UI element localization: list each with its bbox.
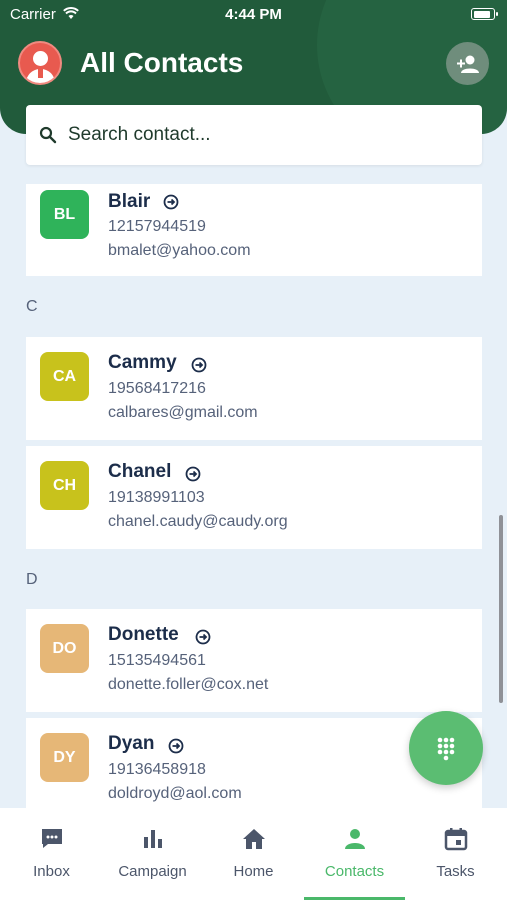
nav-label: Home <box>233 863 274 880</box>
go-arrow-icon[interactable] <box>195 629 211 645</box>
contact-avatar: CH <box>40 461 89 510</box>
contact-phone: 19568417216 <box>108 380 206 397</box>
contact-phone: 19136458918 <box>108 761 206 778</box>
profile-avatar[interactable] <box>18 41 62 85</box>
dialpad-icon <box>437 737 455 761</box>
home-icon <box>242 829 265 849</box>
contact-name: Blair <box>108 191 151 212</box>
nav-item-tasks[interactable]: Tasks <box>405 808 506 900</box>
contact-card-donette[interactable]: DO Donette 15135494561 donette.foller@co… <box>26 609 482 712</box>
contact-email: chanel.caudy@caudy.org <box>108 513 288 530</box>
search-icon <box>39 126 57 144</box>
bar-chart-icon <box>143 830 162 848</box>
go-arrow-icon[interactable] <box>185 466 201 482</box>
status-time: 4:44 PM <box>225 6 282 23</box>
section-header-d: D <box>26 571 38 588</box>
battery-icon <box>471 8 498 20</box>
add-person-icon <box>456 55 479 73</box>
contact-name: Cammy <box>108 352 177 373</box>
contact-phone: 15135494561 <box>108 652 206 669</box>
contact-card-blair[interactable]: BL Blair 12157944519 bmalet@yahoo.com <box>26 184 482 276</box>
nav-item-home[interactable]: Home <box>203 808 304 900</box>
contact-phone: 12157944519 <box>108 218 206 235</box>
calendar-icon <box>444 828 467 851</box>
nav-item-campaign[interactable]: Campaign <box>102 808 203 900</box>
status-bar: Carrier 4:44 PM <box>0 4 507 26</box>
nav-label: Contacts <box>324 863 385 880</box>
nav-item-inbox[interactable]: Inbox <box>1 808 102 900</box>
go-arrow-icon[interactable] <box>168 738 184 754</box>
search-input[interactable] <box>68 105 468 165</box>
add-contact-button[interactable] <box>446 42 489 85</box>
nav-label: Campaign <box>118 863 187 880</box>
contact-phone: 19138991103 <box>108 489 205 506</box>
contact-name: Donette <box>108 624 179 645</box>
contact-email: calbares@gmail.com <box>108 404 258 421</box>
contact-avatar: DY <box>40 733 89 782</box>
bottom-navigation: Inbox Campaign Home Contacts Tasks <box>0 808 507 900</box>
dialpad-button[interactable] <box>409 711 483 785</box>
contact-card-cammy[interactable]: CA Cammy 19568417216 calbares@gmail.com <box>26 337 482 440</box>
contact-card-chanel[interactable]: CH Chanel 19138991103 chanel.caudy@caudy… <box>26 446 482 549</box>
nav-item-contacts[interactable]: Contacts <box>304 808 405 900</box>
contact-name: Chanel <box>108 461 172 482</box>
inbox-chat-icon <box>41 829 62 848</box>
contact-name: Dyan <box>108 733 155 754</box>
contact-email: donette.foller@cox.net <box>108 676 269 693</box>
section-header-c: C <box>26 298 38 315</box>
contact-avatar: DO <box>40 624 89 673</box>
contact-avatar: BL <box>40 190 89 239</box>
nav-label: Inbox <box>33 863 70 880</box>
page-title: All Contacts <box>80 47 244 78</box>
person-icon <box>344 829 365 849</box>
scrollbar[interactable] <box>499 515 503 703</box>
go-arrow-icon[interactable] <box>191 357 207 373</box>
contact-email: doldroyd@aol.com <box>108 785 242 802</box>
nav-label: Tasks <box>436 863 475 880</box>
contact-email: bmalet@yahoo.com <box>108 242 251 259</box>
search-bar <box>26 105 482 165</box>
go-arrow-icon[interactable] <box>163 194 179 210</box>
contact-avatar: CA <box>40 352 89 401</box>
